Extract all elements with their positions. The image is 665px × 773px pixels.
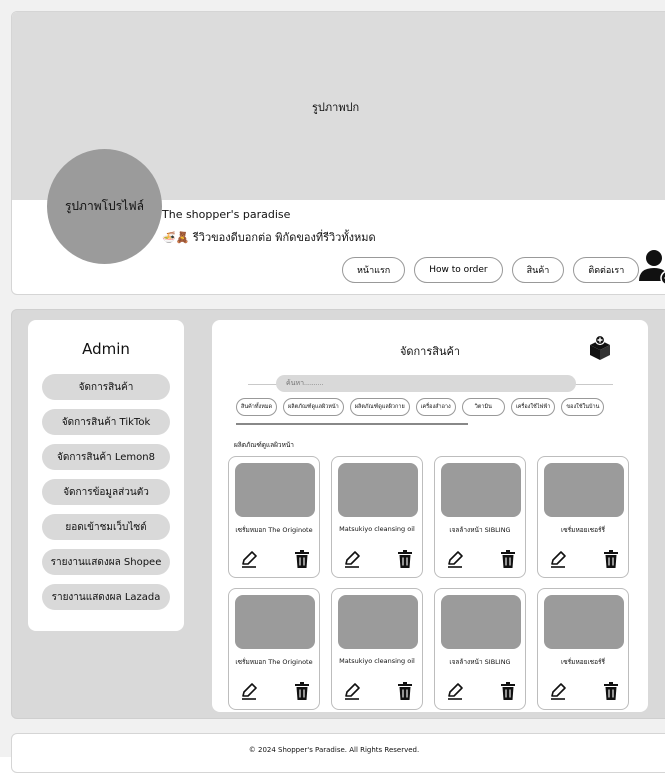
- sidebar-item-manage-tiktok[interactable]: จัดการสินค้า TikTok: [42, 409, 170, 435]
- edit-icon[interactable]: [548, 549, 568, 569]
- sidebar-item-manage-lemon8[interactable]: จัดการสินค้า Lemon8: [42, 444, 170, 470]
- add-box-icon[interactable]: [586, 334, 614, 362]
- nav-home[interactable]: หน้าแรก: [342, 257, 406, 283]
- product-name: Matsukiyo cleansing oil: [339, 525, 415, 533]
- tab-household[interactable]: ของใช้ในบ้าน: [561, 398, 605, 416]
- trash-icon[interactable]: [292, 681, 312, 701]
- nav-products[interactable]: สินค้า: [511, 257, 565, 283]
- shop-name: The shopper's paradise: [162, 208, 291, 221]
- tab-all-products[interactable]: สินค้าทั้งหมด: [236, 398, 278, 416]
- product-name: เจลล้างหน้า SIBLING: [449, 526, 511, 534]
- edit-icon[interactable]: [445, 681, 465, 701]
- search-input[interactable]: [276, 375, 576, 392]
- main-nav: หน้าแรก How to order สินค้า ติดต่อเรา: [342, 257, 640, 283]
- nav-contact[interactable]: ติดต่อเรา: [573, 257, 640, 283]
- product-image: [235, 595, 315, 649]
- sidebar-item-manage-profile[interactable]: จัดการข้อมูลส่วนตัว: [42, 479, 170, 505]
- product-image: [441, 463, 521, 517]
- footer: © 2024 Shopper's Paradise. All Rights Re…: [11, 733, 665, 773]
- product-card[interactable]: เซรั่มหมอก The Originote: [228, 456, 320, 578]
- page-frame: รูปภาพปก รูปภาพโปรไฟล์ The shopper's par…: [0, 0, 665, 773]
- avatar-label: รูปภาพโปรไฟล์: [64, 199, 144, 213]
- product-image: [338, 595, 418, 649]
- tab-body-care[interactable]: ผลิตภัณฑ์ดูแลผิวกาย: [349, 398, 410, 416]
- product-name: เซรั่มหอยเชอร์รี่: [561, 658, 605, 666]
- nav-how-to-order[interactable]: How to order: [414, 257, 503, 283]
- product-image: [235, 463, 315, 517]
- tab-electronics[interactable]: เครื่องใช้ไฟฟ้า: [510, 398, 556, 416]
- category-tabs: สินค้าทั้งหมด ผลิตภัณฑ์ดูแลผิวหน้า ผลิตภ…: [236, 398, 605, 416]
- trash-icon[interactable]: [292, 549, 312, 569]
- sidebar-item-report-shopee[interactable]: รายงานแสดงผล Shopee: [42, 549, 170, 575]
- edit-icon[interactable]: [445, 549, 465, 569]
- product-card[interactable]: Matsukiyo cleansing oil: [331, 588, 423, 710]
- trash-icon[interactable]: [395, 681, 415, 701]
- product-image: [544, 463, 624, 517]
- edit-icon[interactable]: [342, 681, 362, 701]
- tab-cosmetics[interactable]: เครื่องสำอาง: [415, 398, 456, 416]
- product-image: [441, 595, 521, 649]
- shop-description: 🍜🧸 รีวิวของดีบอกต่อ พิกัดของที่รีวิวทั้ง…: [162, 231, 376, 244]
- edit-icon[interactable]: [548, 681, 568, 701]
- product-card[interactable]: เซรั่มหอยเชอร์รี่: [537, 588, 629, 710]
- edit-icon[interactable]: [239, 681, 259, 701]
- section-label: ผลิตภัณฑ์ดูแลผิวหน้า: [234, 441, 294, 449]
- trash-icon[interactable]: [498, 681, 518, 701]
- product-card[interactable]: เซรั่มหอยเชอร์รี่: [537, 456, 629, 578]
- product-image: [338, 463, 418, 517]
- sidebar-title: Admin: [82, 340, 130, 358]
- admin-area: Admin จัดการสินค้า จัดการสินค้า TikTok จ…: [11, 309, 665, 719]
- edit-icon[interactable]: [239, 549, 259, 569]
- trash-icon[interactable]: [395, 549, 415, 569]
- product-name: เจลล้างหน้า SIBLING: [449, 658, 511, 666]
- sidebar-item-report-lazada[interactable]: รายงานแสดงผล Lazada: [42, 584, 170, 610]
- category-scrollbar[interactable]: [236, 423, 468, 425]
- product-name: เซรั่มหมอก The Originote: [235, 658, 313, 666]
- admin-sidebar: Admin จัดการสินค้า จัดการสินค้า TikTok จ…: [28, 320, 184, 631]
- product-name: Matsukiyo cleansing oil: [339, 657, 415, 665]
- sidebar-item-site-visits[interactable]: ยอดเข้าชมเว็บไซต์: [42, 514, 170, 540]
- sidebar-item-manage-products[interactable]: จัดการสินค้า: [42, 374, 170, 400]
- product-name: เซรั่มหอยเชอร์รี่: [561, 526, 605, 534]
- product-management-panel: จัดการสินค้า สินค้าทั้งหมด ผลิตภัณฑ์ดูแล…: [212, 320, 648, 712]
- product-card[interactable]: Matsukiyo cleansing oil: [331, 456, 423, 578]
- product-card[interactable]: เจลล้างหน้า SIBLING: [434, 588, 526, 710]
- avatar: รูปภาพโปรไฟล์: [47, 149, 162, 264]
- product-image: [544, 595, 624, 649]
- add-user-icon[interactable]: [637, 247, 665, 287]
- profile-header: รูปภาพปก รูปภาพโปรไฟล์ The shopper's par…: [11, 11, 665, 295]
- product-card[interactable]: เซรั่มหมอก The Originote: [228, 588, 320, 710]
- cover-label: รูปภาพปก: [312, 101, 360, 114]
- product-grid: เซรั่มหมอก The Originote Matsukiyo cleans…: [228, 456, 629, 710]
- footer-text: © 2024 Shopper's Paradise. All Rights Re…: [248, 746, 420, 754]
- tab-face-care[interactable]: ผลิตภัณฑ์ดูแลผิวหน้า: [283, 398, 344, 416]
- panel-title: จัดการสินค้า: [399, 345, 461, 358]
- trash-icon[interactable]: [498, 549, 518, 569]
- trash-icon[interactable]: [601, 681, 621, 701]
- trash-icon[interactable]: [601, 549, 621, 569]
- tab-vitamins[interactable]: วิตามิน: [461, 398, 505, 416]
- product-card[interactable]: เจลล้างหน้า SIBLING: [434, 456, 526, 578]
- edit-icon[interactable]: [342, 549, 362, 569]
- product-name: เซรั่มหมอก The Originote: [235, 526, 313, 534]
